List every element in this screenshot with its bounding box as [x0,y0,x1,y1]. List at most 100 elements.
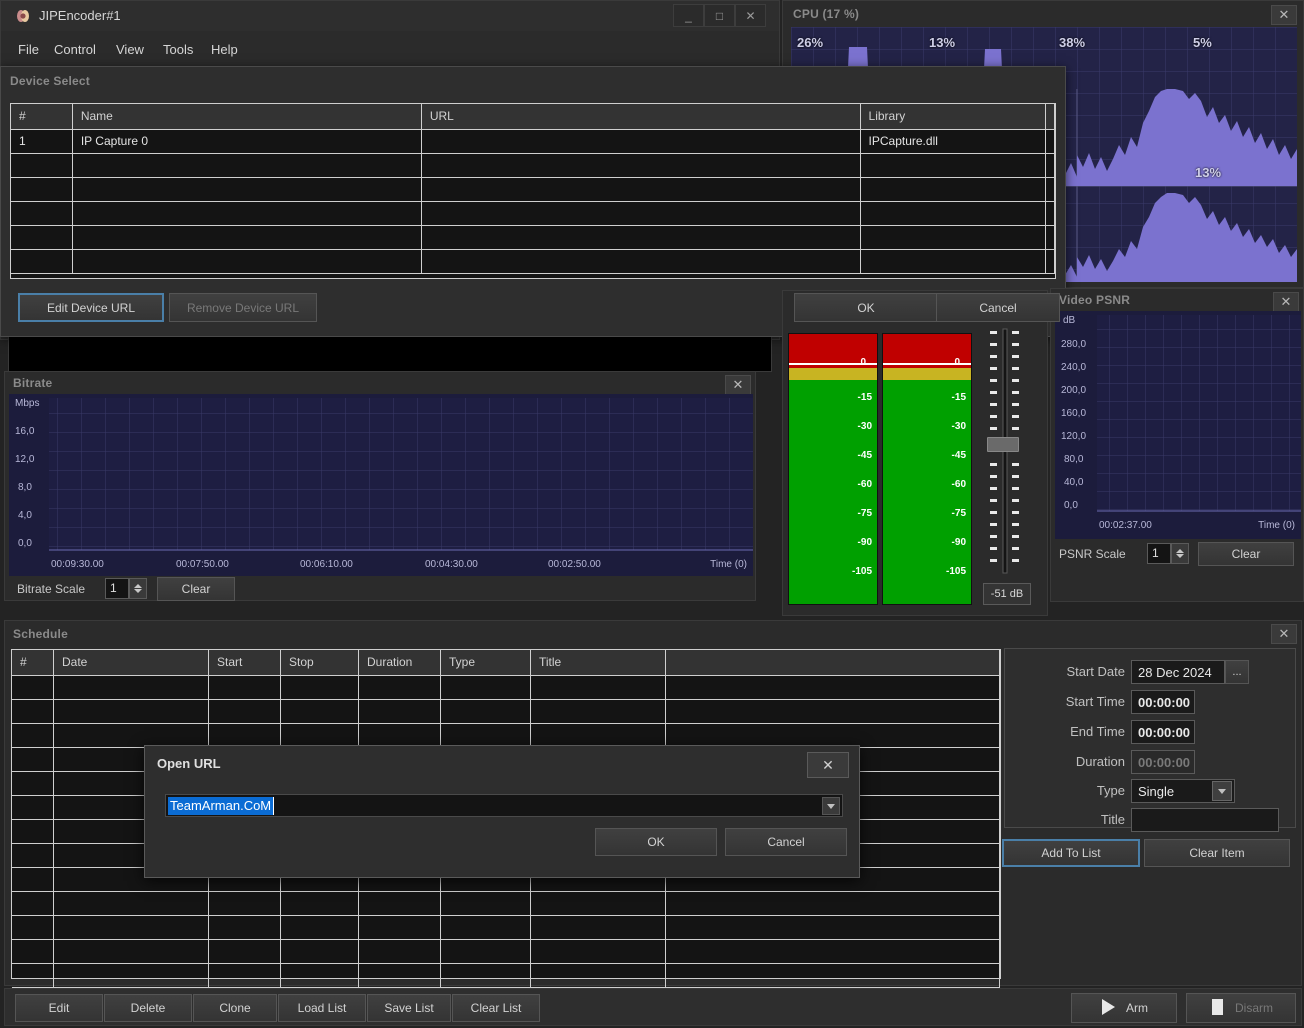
menu-control[interactable]: Control [47,37,103,63]
table-row[interactable] [11,226,1055,250]
start-date-field[interactable]: 28 Dec 2024 [1131,660,1225,684]
schedule-cell [531,916,666,939]
schedule-cell [12,892,54,915]
save-list-button[interactable]: Save List [367,994,451,1022]
clear-item-button[interactable]: Clear Item [1144,839,1290,867]
delete-button[interactable]: Delete [104,994,192,1022]
menu-view[interactable]: View [109,37,151,63]
schedule-table-header: # Date Start Stop Duration Type Title [12,650,1000,676]
bitrate-xtick-2: 00:06:10.00 [300,559,353,570]
schedule-cell [441,964,531,987]
schedule-col-start: Start [209,650,281,675]
psnr-close-icon[interactable]: ✕ [1273,292,1299,312]
edit-device-url-button[interactable]: Edit Device URL [18,293,164,322]
cpu-panel-title: CPU (17 %) [793,7,860,21]
end-time-label: End Time [1070,724,1125,739]
schedule-col-extra [666,650,1000,675]
type-label: Type [1096,783,1125,798]
psnr-scale-input[interactable]: 1 [1147,543,1171,564]
remove-device-url-button[interactable]: Remove Device URL [169,293,317,322]
schedule-cell [281,676,359,699]
load-list-button[interactable]: Load List [278,994,366,1022]
chevron-down-icon[interactable] [1212,781,1232,801]
open-url-cancel-button[interactable]: Cancel [725,828,847,856]
open-url-ok-button[interactable]: OK [595,828,717,856]
device-ok-button[interactable]: OK [794,293,938,322]
title-field[interactable] [1131,808,1279,832]
device-cell-url [422,226,861,249]
start-date-label: Start Date [1066,664,1125,679]
device-cancel-button[interactable]: Cancel [936,293,1060,322]
schedule-close-icon[interactable]: ✕ [1271,624,1297,644]
menu-tools[interactable]: Tools [156,37,200,63]
start-time-field[interactable]: 00:00:00 [1131,690,1195,714]
schedule-cell [12,844,54,867]
menu-help[interactable]: Help [204,37,245,63]
open-url-combobox[interactable]: TeamArman.CoM [165,794,843,817]
bitrate-scale-input[interactable]: 1 [105,578,129,599]
clear-list-button[interactable]: Clear List [452,994,540,1022]
cpu-close-icon[interactable]: ✕ [1271,5,1297,25]
schedule-cell [359,724,441,747]
cpu-core-label-1: 13% [929,35,956,50]
device-cell-name [73,226,422,249]
minimize-button[interactable]: _ [673,4,704,27]
clone-button[interactable]: Clone [193,994,277,1022]
open-url-input[interactable]: TeamArman.CoM [168,797,274,815]
menu-file[interactable]: File [11,37,46,63]
close-button[interactable]: ✕ [735,4,766,27]
maximize-button[interactable]: □ [704,4,735,27]
cpu-core-label-2: 38% [1059,35,1086,50]
add-to-list-button[interactable]: Add To List [1002,839,1140,867]
bitrate-scale-stepper[interactable] [129,578,147,599]
bitrate-ylabel: Mbps [15,398,40,409]
table-row[interactable] [12,964,1000,988]
table-row[interactable] [12,700,1000,724]
device-table[interactable]: # Name URL Library 1 IP Capture 0 IPCapt… [10,103,1056,279]
end-time-field[interactable]: 00:00:00 [1131,720,1195,744]
schedule-cell [209,892,281,915]
audio-db-value: -51 dB [983,583,1031,605]
bitrate-clear-button[interactable]: Clear [157,577,235,601]
schedule-cell [12,772,54,795]
table-row[interactable] [11,154,1055,178]
table-row[interactable]: 1 IP Capture 0 IPCapture.dll [11,130,1055,154]
schedule-cell [209,700,281,723]
table-row[interactable] [11,178,1055,202]
device-cell-num [11,250,73,273]
table-row[interactable] [11,202,1055,226]
schedule-cell [359,916,441,939]
psnr-ytick-0: 280,0 [1061,339,1087,350]
device-cell-name: IP Capture 0 [73,130,422,153]
open-url-dropdown-arrow[interactable] [822,797,840,815]
device-cell-library [861,250,1046,273]
app-root: JIPEncoder#1 _ □ ✕ File Control View Too… [0,0,1304,1028]
table-row[interactable] [12,940,1000,964]
table-row[interactable] [12,892,1000,916]
audio-gain-slider-thumb[interactable] [987,437,1019,452]
end-time-row: End Time 00:00:00 [1005,719,1297,749]
device-cell-num [11,226,73,249]
table-row[interactable] [11,250,1055,274]
table-row[interactable] [12,676,1000,700]
open-url-close-icon[interactable]: ✕ [807,752,849,778]
start-time-row: Start Time 00:00:00 [1005,689,1297,719]
arm-button[interactable]: Arm [1071,993,1177,1023]
meter-tick--75: -75 [857,508,872,519]
table-row[interactable] [12,916,1000,940]
schedule-cell [441,892,531,915]
edit-button[interactable]: Edit [15,994,103,1022]
meter-tick--105: -105 [851,566,872,577]
schedule-cell [441,700,531,723]
psnr-scale-stepper[interactable] [1171,543,1189,564]
bitrate-close-icon[interactable]: ✕ [725,375,751,395]
schedule-cell [359,676,441,699]
meter-tick-zero: 0 [860,357,866,368]
device-cell-extra [1046,226,1055,249]
psnr-clear-button[interactable]: Clear [1198,542,1294,566]
disarm-button[interactable]: Disarm [1186,993,1296,1023]
schedule-col-stop: Stop [281,650,359,675]
start-date-browse-button[interactable]: ... [1225,660,1249,684]
psnr-ytick-4: 120,0 [1061,431,1087,442]
psnr-ytick-6: 40,0 [1064,477,1084,488]
